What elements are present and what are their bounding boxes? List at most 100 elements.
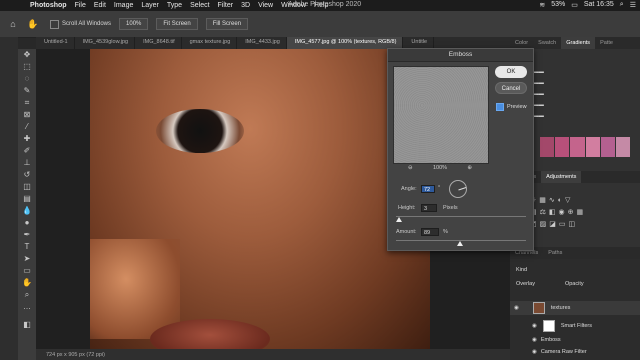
checkbox-checked-icon[interactable] <box>496 103 504 111</box>
zoom-tool-icon[interactable]: ⌕ <box>18 289 36 301</box>
tab-gmax-texture[interactable]: gmax texture.jpg <box>182 37 238 49</box>
menu-view[interactable]: View <box>258 2 273 9</box>
gradient-swatch[interactable] <box>615 137 631 157</box>
tab-adjustments[interactable]: Adjustments <box>541 171 582 183</box>
exposure-icon[interactable]: ◐ <box>558 197 565 204</box>
brush-tool-icon[interactable]: ✐ <box>18 145 36 157</box>
tab-swatches[interactable]: Swatch <box>533 37 561 49</box>
home-icon[interactable]: ⌂ <box>6 17 20 31</box>
tab-paths[interactable]: Paths <box>543 247 567 259</box>
move-tool-icon[interactable]: ✥ <box>18 49 36 61</box>
kind-filter[interactable]: Kind <box>516 267 527 273</box>
zoom-100-button[interactable]: 100% <box>119 18 149 30</box>
eyedropper-tool-icon[interactable]: ⁄ <box>18 121 36 133</box>
gradient-swatch[interactable] <box>555 137 570 157</box>
zoom-out-icon[interactable]: ⊖ <box>408 165 413 171</box>
menu-image[interactable]: Image <box>114 2 133 9</box>
pen-tool-icon[interactable]: ✒ <box>18 229 36 241</box>
gradient-swatch[interactable] <box>585 137 600 157</box>
curves-icon[interactable]: ∿ <box>549 197 558 204</box>
layer-row-camera-raw[interactable]: ◉ Camera Raw Filter <box>510 345 640 359</box>
scroll-all-checkbox[interactable] <box>50 19 59 29</box>
fit-screen-button[interactable]: Fit Screen <box>156 18 198 30</box>
tab-gradients[interactable]: Gradients <box>561 37 596 49</box>
frame-tool-icon[interactable]: ⊠ <box>18 109 36 121</box>
gradient-swatch[interactable] <box>570 137 585 157</box>
stamp-tool-icon[interactable]: ⊥ <box>18 157 36 169</box>
height-slider-track[interactable] <box>396 216 526 217</box>
menu-app-name[interactable]: Photoshop <box>30 2 67 9</box>
menu-3d[interactable]: 3D <box>241 2 250 9</box>
menu-filter[interactable]: Filter <box>218 2 234 9</box>
cancel-button[interactable]: Cancel <box>495 82 527 94</box>
window-title: Adobe Photoshop 2020 <box>288 1 362 8</box>
wifi-icon[interactable]: ≋ <box>539 1 545 9</box>
marquee-tool-icon[interactable]: ⬚ <box>18 61 36 73</box>
menu-list-icon[interactable]: ☰ <box>630 1 636 9</box>
eye-icon[interactable]: ◉ <box>514 305 519 311</box>
clock[interactable]: Sat 16:35 <box>584 1 614 9</box>
height-input[interactable]: 3 <box>421 204 437 212</box>
zoom-in-icon[interactable]: ⊕ <box>467 165 472 171</box>
tab-untitled-1[interactable]: Untitled-1 <box>36 37 75 49</box>
crop-tool-icon[interactable]: ⌗ <box>18 97 36 109</box>
type-tool-icon[interactable]: T <box>18 241 36 253</box>
menu-select[interactable]: Select <box>190 2 209 9</box>
path-select-tool-icon[interactable]: ➤ <box>18 253 36 265</box>
color-swatches-icon[interactable]: ◧ <box>18 319 36 331</box>
blend-mode-select[interactable]: Overlay <box>516 281 535 287</box>
eraser-tool-icon[interactable]: ◫ <box>18 181 36 193</box>
levels-icon[interactable]: ▦ <box>539 197 549 204</box>
height-slider-thumb[interactable] <box>396 217 402 222</box>
gradient-map-icon[interactable]: ▭ <box>559 221 569 228</box>
layer-row-smart-filters[interactable]: ◉ Smart Filters <box>510 319 640 333</box>
tab-img-8648[interactable]: IMG_8648.tif <box>135 37 182 49</box>
lasso-tool-icon[interactable]: ◌ <box>18 73 36 85</box>
photo-filter-icon[interactable]: ◉ <box>559 209 568 216</box>
ok-button[interactable]: OK <box>495 66 527 78</box>
menu-type[interactable]: Type <box>167 2 182 9</box>
fill-screen-button[interactable]: Fill Screen <box>205 18 249 30</box>
color-balance-icon[interactable]: ⚖ <box>540 209 549 216</box>
blend-opacity-row: Overlay Opacity <box>510 277 640 291</box>
lookup-icon[interactable]: ▦ <box>577 209 587 216</box>
tab-img-4433[interactable]: IMG_4433.jpg <box>237 37 287 49</box>
shape-tool-icon[interactable]: ▭ <box>18 265 36 277</box>
healing-tool-icon[interactable]: ✚ <box>18 133 36 145</box>
tab-patterns[interactable]: Patte <box>595 37 618 49</box>
layer-filter-kind[interactable]: Kind <box>510 263 640 277</box>
battery-icon[interactable]: ▭ <box>571 1 578 9</box>
emboss-preview[interactable] <box>393 66 489 164</box>
preview-checkbox[interactable]: Preview <box>496 103 527 111</box>
bw-icon[interactable]: ◧ <box>549 209 559 216</box>
threshold-icon[interactable]: ◪ <box>549 221 559 228</box>
hand-tool-icon-2[interactable]: ✋ <box>18 277 36 289</box>
vibrance-icon[interactable]: ▽ <box>565 197 573 204</box>
angle-input[interactable]: 72 <box>421 185 435 193</box>
eye-icon[interactable]: ◉ <box>532 337 537 343</box>
search-icon[interactable]: ⌕ <box>620 1 624 9</box>
dodge-tool-icon[interactable]: ● <box>18 217 36 229</box>
selective-color-icon[interactable]: ◫ <box>569 221 579 228</box>
menu-file[interactable]: File <box>75 2 86 9</box>
eye-icon[interactable]: ◉ <box>532 349 537 355</box>
hand-tool-icon[interactable]: ✋ <box>26 17 40 31</box>
gradient-swatch[interactable] <box>600 137 615 157</box>
tab-img-4577[interactable]: IMG_4577.jpg @ 100% (textures, RGB/8) <box>286 37 404 49</box>
channel-mixer-icon[interactable]: ⊕ <box>568 209 577 216</box>
menu-layer[interactable]: Layer <box>141 2 159 9</box>
gradient-tool-icon[interactable]: ▤ <box>18 193 36 205</box>
blur-tool-icon[interactable]: 💧 <box>18 205 36 217</box>
quick-select-tool-icon[interactable]: ✎ <box>18 85 36 97</box>
more-tools-icon[interactable]: … <box>18 301 36 313</box>
menu-edit[interactable]: Edit <box>94 2 106 9</box>
posterize-icon[interactable]: ▨ <box>540 221 550 228</box>
angle-dial[interactable] <box>449 180 467 198</box>
amount-input[interactable]: 89 <box>421 228 439 236</box>
eye-icon[interactable]: ◉ <box>532 323 537 329</box>
gradient-swatch[interactable] <box>540 137 555 157</box>
history-brush-tool-icon[interactable]: ↺ <box>18 169 36 181</box>
amount-slider-thumb[interactable] <box>457 241 463 246</box>
tab-img-4539glow[interactable]: IMG_4539glow.jpg <box>75 37 136 49</box>
layer-row-textures[interactable]: ◉ textures <box>510 301 640 315</box>
